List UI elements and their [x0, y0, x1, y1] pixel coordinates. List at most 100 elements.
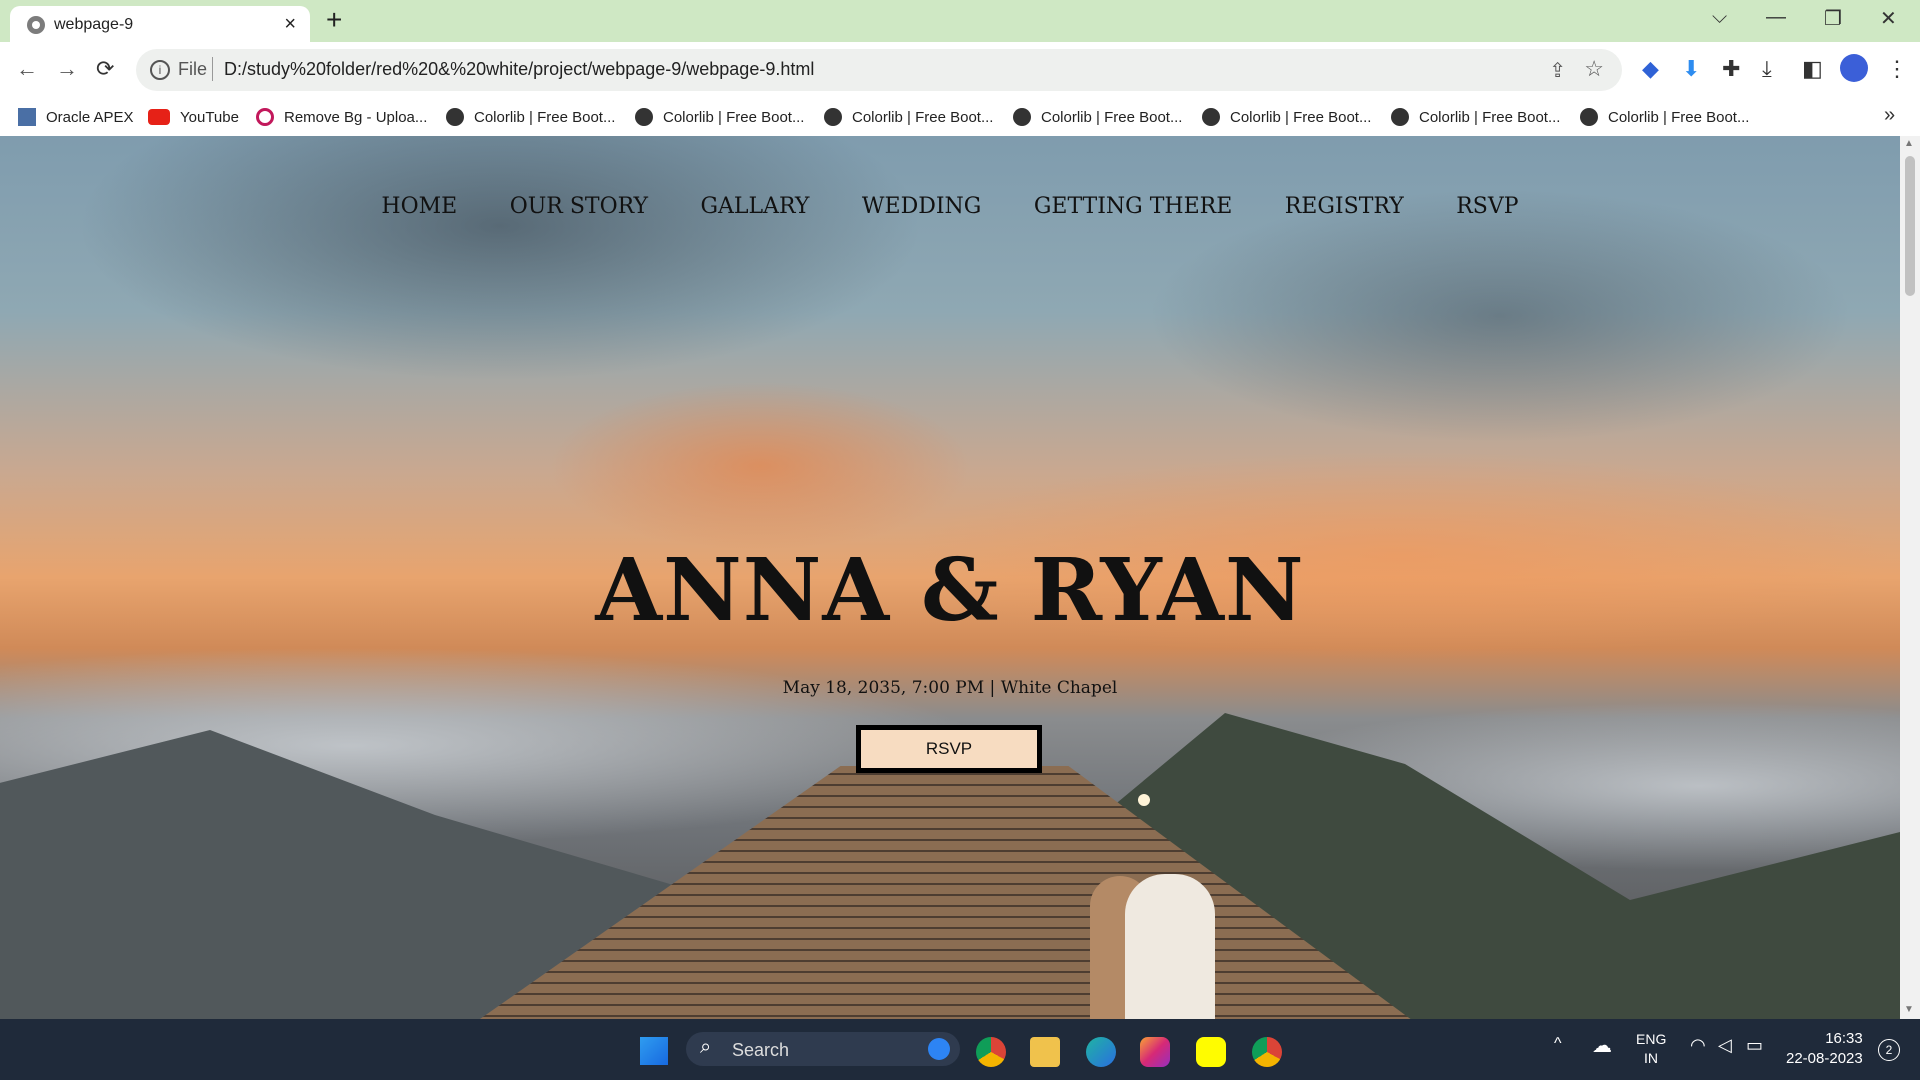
share-icon[interactable]: ⇪: [1549, 58, 1566, 83]
clock-time: 16:33: [1825, 1030, 1863, 1047]
close-tab-icon[interactable]: ×: [284, 13, 296, 36]
url-separator: [212, 57, 213, 81]
scroll-down-icon[interactable]: ▼: [1904, 1004, 1914, 1015]
extension-icon[interactable]: ◆: [1642, 56, 1659, 82]
bookmark-colorlib-4[interactable]: Colorlib | Free Boot...: [1013, 106, 1182, 128]
sun: [1138, 794, 1150, 806]
taskbar: ⌕ Search ^ ☁ ENG IN ◠ ◁ ▭ 16:33 22-08-20…: [0, 1019, 1920, 1080]
bookmark-colorlib-3[interactable]: Colorlib | Free Boot...: [824, 106, 993, 128]
globe-icon: [446, 108, 464, 126]
bing-icon[interactable]: [928, 1038, 950, 1060]
onedrive-icon[interactable]: ☁: [1592, 1033, 1612, 1058]
volume-icon[interactable]: ◁: [1718, 1035, 1732, 1056]
scroll-up-icon[interactable]: ▲: [1904, 138, 1914, 149]
globe-icon: [1013, 108, 1031, 126]
hero-title: ANNA & RYAN: [595, 540, 1305, 641]
menu-icon[interactable]: ⋮: [1886, 56, 1908, 82]
search-label: Search: [732, 1040, 790, 1060]
globe-icon: [1580, 108, 1598, 126]
bookmark-colorlib-5[interactable]: Colorlib | Free Boot...: [1202, 106, 1371, 128]
nav-our-story[interactable]: OUR STORY: [510, 194, 648, 219]
bookmark-colorlib-7[interactable]: Colorlib | Free Boot...: [1580, 106, 1749, 128]
chrome-icon[interactable]: [976, 1037, 1006, 1067]
tray-chevron-icon[interactable]: ^: [1554, 1035, 1562, 1053]
new-tab-button[interactable]: +: [326, 4, 342, 36]
url-text[interactable]: D:/study%20folder/red%20&%20white/projec…: [224, 59, 814, 80]
nav-rsvp[interactable]: RSVP: [1456, 194, 1518, 219]
site-nav: HOME OUR STORY GALLARY WEDDING GETTING T…: [0, 194, 1900, 219]
download-extension-icon[interactable]: ⬇: [1682, 56, 1700, 82]
tab-title: webpage-9: [54, 16, 134, 33]
windows-start-icon[interactable]: [640, 1037, 668, 1065]
tab-strip: webpage-9 × + ⌵ — ❐ ✕: [0, 0, 1920, 42]
address-bar[interactable]: i File D:/study%20folder/red%20&%20white…: [136, 49, 1622, 91]
bookmark-oracle-apex[interactable]: Oracle APEX: [18, 106, 134, 128]
removebg-icon: [256, 108, 274, 126]
puzzle-icon[interactable]: ✚: [1722, 56, 1740, 82]
chrome-active-icon[interactable]: [1252, 1037, 1282, 1067]
rsvp-button[interactable]: RSVP: [856, 725, 1042, 773]
nav-getting-there[interactable]: GETTING THERE: [1034, 194, 1232, 219]
search-icon: ⌕: [700, 1036, 712, 1058]
bookmark-label: Colorlib | Free Boot...: [1230, 108, 1372, 126]
bookmarks-bar: Oracle APEX YouTube Remove Bg - Uploa...…: [0, 98, 1920, 137]
reload-button[interactable]: ⟳: [96, 56, 114, 82]
youtube-icon: [148, 109, 170, 125]
file-explorer-icon[interactable]: [1030, 1037, 1060, 1067]
close-window-button[interactable]: ✕: [1880, 6, 1897, 31]
nav-wedding[interactable]: WEDDING: [862, 194, 981, 219]
instagram-icon[interactable]: [1140, 1037, 1170, 1067]
scroll-thumb[interactable]: [1905, 156, 1915, 296]
profile-avatar[interactable]: [1840, 54, 1868, 82]
nav-home[interactable]: HOME: [381, 194, 457, 219]
bookmark-label: Colorlib | Free Boot...: [852, 108, 994, 126]
bookmark-colorlib-2[interactable]: Colorlib | Free Boot...: [635, 106, 804, 128]
person-man: [1125, 874, 1215, 1019]
downloads-icon[interactable]: ⤓: [1762, 56, 1772, 82]
bookmark-label: Colorlib | Free Boot...: [663, 108, 805, 126]
language-region: IN: [1644, 1050, 1658, 1066]
minimize-button[interactable]: —: [1766, 6, 1786, 29]
browser-tab[interactable]: webpage-9 ×: [10, 6, 310, 42]
side-panel-icon[interactable]: ◧: [1802, 56, 1823, 82]
bookmark-colorlib-6[interactable]: Colorlib | Free Boot...: [1391, 106, 1560, 128]
language-indicator[interactable]: ENG: [1636, 1031, 1666, 1047]
battery-icon[interactable]: ▭: [1746, 1035, 1763, 1056]
clock-date: 22-08-2023: [1786, 1050, 1863, 1067]
bookmark-colorlib-1[interactable]: Colorlib | Free Boot...: [446, 106, 615, 128]
hero-subtitle: May 18, 2035, 7:00 PM | White Chapel: [782, 678, 1118, 698]
forward-button[interactable]: →: [56, 56, 78, 82]
bookmark-youtube[interactable]: YouTube: [148, 106, 239, 128]
restore-button[interactable]: ❐: [1824, 6, 1842, 31]
more-bookmarks-icon[interactable]: »: [1884, 104, 1895, 127]
taskbar-search[interactable]: ⌕ Search: [686, 1032, 960, 1066]
globe-icon: [1202, 108, 1220, 126]
bookmark-remove-bg[interactable]: Remove Bg - Uploa...: [256, 106, 427, 128]
globe-icon: [1391, 108, 1409, 126]
page-viewport: HOME OUR STORY GALLARY WEDDING GETTING T…: [0, 136, 1900, 1019]
tab-search-icon[interactable]: ⌵: [1712, 6, 1727, 29]
system-clock[interactable]: 16:33 22-08-2023: [1786, 1029, 1863, 1069]
bookmark-label: Colorlib | Free Boot...: [1419, 108, 1561, 126]
bookmark-label: Oracle APEX: [46, 108, 134, 126]
globe-icon: [824, 108, 842, 126]
browser-toolbar: ← → ⟳ i File D:/study%20folder/red%20&%2…: [0, 42, 1920, 98]
bookmark-star-icon[interactable]: ☆: [1584, 56, 1604, 82]
bookmark-label: Remove Bg - Uploa...: [284, 108, 428, 126]
globe-icon: [635, 108, 653, 126]
snapchat-icon[interactable]: [1196, 1037, 1226, 1067]
nav-registry[interactable]: REGISTRY: [1285, 194, 1404, 219]
nav-gallary[interactable]: GALLARY: [700, 194, 809, 219]
wifi-icon[interactable]: ◠: [1690, 1035, 1706, 1056]
page-scrollbar[interactable]: ▲ ▼: [1900, 136, 1920, 1019]
notification-badge[interactable]: 2: [1878, 1039, 1900, 1061]
edge-icon[interactable]: [1086, 1037, 1116, 1067]
url-scheme: File: [178, 59, 208, 79]
back-button[interactable]: ←: [16, 56, 38, 82]
site-info-icon[interactable]: i: [150, 60, 170, 80]
bookmark-label: Colorlib | Free Boot...: [1041, 108, 1183, 126]
bookmark-label: Colorlib | Free Boot...: [474, 108, 616, 126]
globe-icon: [27, 16, 45, 34]
apex-icon: [18, 108, 36, 126]
bookmark-label: Colorlib | Free Boot...: [1608, 108, 1750, 126]
